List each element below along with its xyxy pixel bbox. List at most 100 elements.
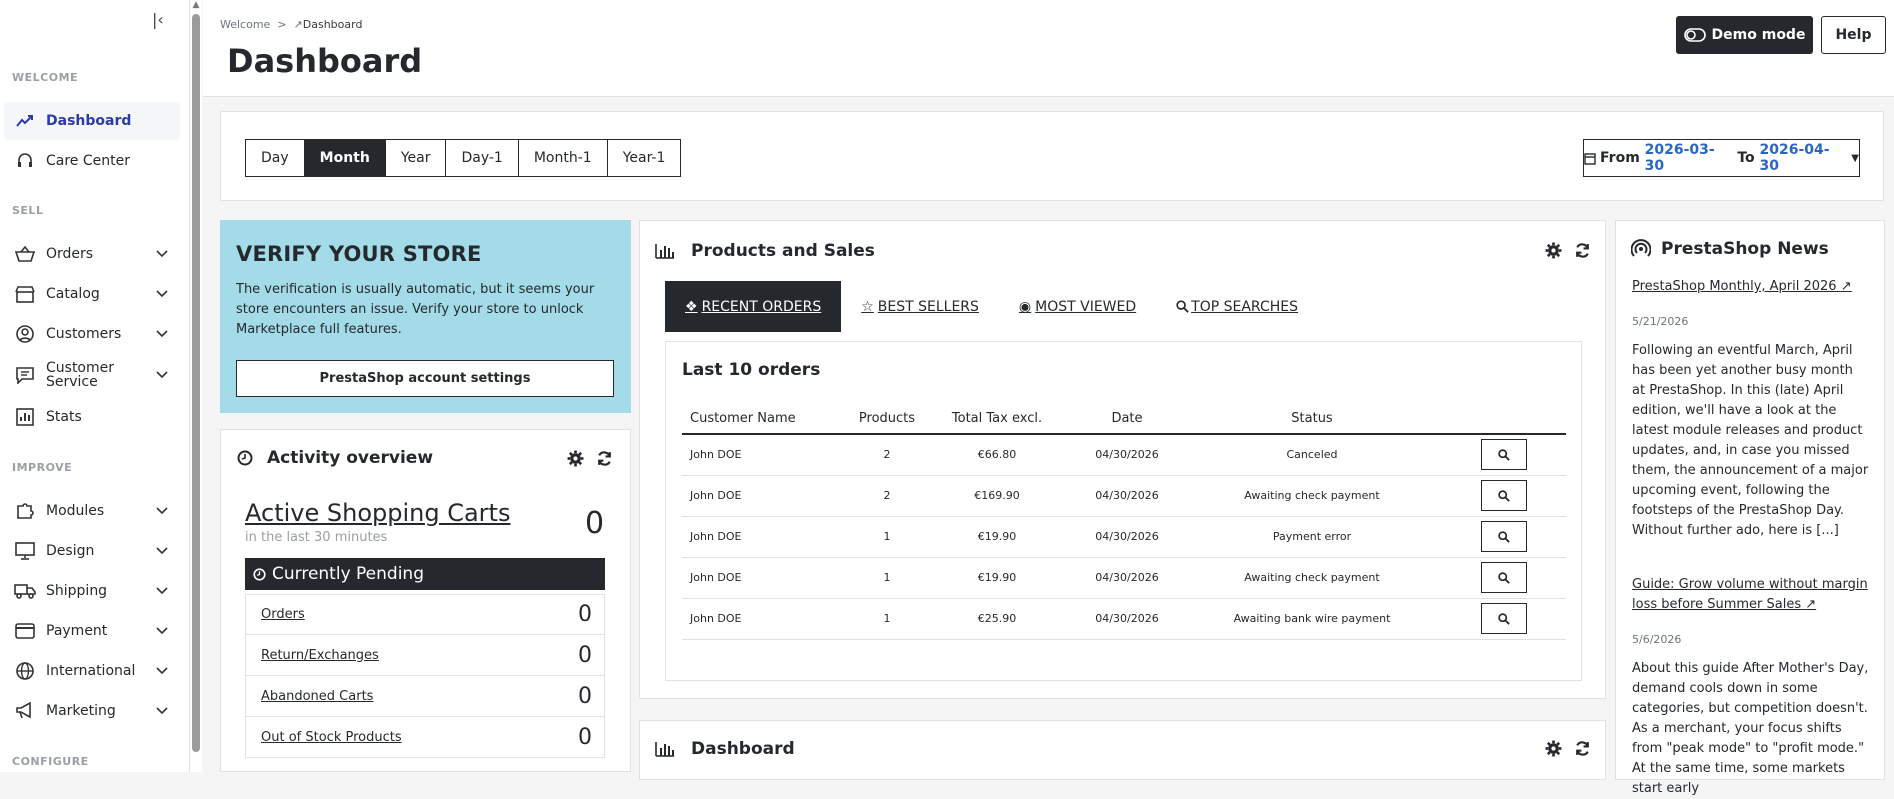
news-date: 5/21/2026 <box>1632 315 1689 328</box>
column-header: Status <box>1182 404 1442 435</box>
sidebar-item-orders[interactable]: Orders <box>4 235 180 273</box>
active-carts-value: 0 <box>585 506 605 541</box>
tab-recent-orders[interactable]: ❖ RECENT ORDERS <box>665 281 842 332</box>
tab-top-searches[interactable]: TOP SEARCHES <box>1156 281 1318 332</box>
activity-overview-card: Activity overview Active Shopping Carts … <box>220 429 631 772</box>
external-link-icon: ↗ <box>1805 597 1817 612</box>
help-button[interactable]: Help <box>1821 16 1886 54</box>
pending-label[interactable]: Return/Exchanges <box>261 648 379 663</box>
pending-row-orders: Orders 0 <box>245 594 605 635</box>
news-link[interactable]: Guide: Grow volume without margin loss b… <box>1632 575 1870 615</box>
search-icon <box>1498 489 1510 502</box>
scroll-up-arrow-icon[interactable]: ▲ <box>191 0 201 10</box>
gear-icon[interactable] <box>1545 740 1562 761</box>
cell-date: 04/30/2026 <box>1072 557 1182 599</box>
news-body: About this guide After Mother's Day, dem… <box>1632 661 1869 796</box>
headset-icon <box>14 151 36 171</box>
tab-label: TOP SEARCHES <box>1191 298 1298 315</box>
user-circle-icon <box>14 324 36 344</box>
cell-products: 1 <box>852 598 922 640</box>
products-title: Products and Sales <box>691 241 875 261</box>
cell-action <box>1442 516 1566 558</box>
puzzle-icon <box>14 501 36 521</box>
view-order-button[interactable] <box>1481 521 1527 552</box>
monitor-icon <box>14 541 36 561</box>
demo-mode-label: Demo mode <box>1711 27 1806 43</box>
chevron-down-icon <box>156 703 168 719</box>
sidebar-item-dashboard[interactable]: Dashboard <box>4 102 180 140</box>
account-settings-button[interactable]: PrestaShop account settings <box>236 360 614 397</box>
dashboard-card-title: Dashboard <box>691 739 795 759</box>
store-icon <box>14 284 36 304</box>
gear-icon[interactable] <box>1545 242 1562 263</box>
view-order-button[interactable] <box>1481 439 1527 471</box>
sidebar-item-label: Modules <box>46 503 105 519</box>
credit-card-icon <box>14 621 36 641</box>
tab-best-sellers[interactable]: ☆ BEST SELLERS <box>841 281 999 332</box>
date-range-picker[interactable]: From 2026-03-30 To 2026-04-30 ▼ <box>1583 139 1860 177</box>
collapse-sidebar-icon[interactable]: |‹ <box>152 10 164 29</box>
column-header: Products <box>852 404 922 435</box>
products-tools <box>1545 242 1591 263</box>
gear-icon[interactable] <box>567 450 584 471</box>
sidebar-item-shipping[interactable]: Shipping <box>4 572 180 610</box>
active-carts-link[interactable]: Active Shopping Carts <box>245 499 510 527</box>
search-icon <box>1498 612 1510 625</box>
sidebar-item-payment[interactable]: Payment <box>4 612 180 650</box>
search-icon <box>1498 449 1510 461</box>
chevron-down-icon <box>156 583 168 599</box>
sidebar-item-international[interactable]: International <box>4 652 180 690</box>
refresh-icon[interactable] <box>596 450 613 471</box>
period-month-button[interactable]: Month <box>303 139 386 177</box>
sidebar-item-modules[interactable]: Modules <box>4 492 180 530</box>
breadcrumb-root[interactable]: Welcome <box>220 18 270 31</box>
sidebar-item-care-center[interactable]: Care Center <box>4 142 180 180</box>
tab-most-viewed[interactable]: ◉ MOST VIEWED <box>999 281 1156 332</box>
cell-products: 2 <box>852 434 922 476</box>
period-month-1-button[interactable]: Month-1 <box>517 139 608 177</box>
recent-orders-table: Customer Name Products Total Tax excl. D… <box>682 404 1566 640</box>
period-day-button[interactable]: Day <box>245 139 305 177</box>
view-order-button[interactable] <box>1481 480 1527 511</box>
news-link[interactable]: PrestaShop Monthly, April 2026 ↗ <box>1632 277 1870 297</box>
sidebar-item-label: Stats <box>46 409 82 425</box>
tab-label: MOST VIEWED <box>1035 298 1137 315</box>
pending-label[interactable]: Abandoned Carts <box>261 689 373 704</box>
period-year-button[interactable]: Year <box>384 139 447 177</box>
sidebar-item-design[interactable]: Design <box>4 532 180 570</box>
demo-mode-button[interactable]: Demo mode <box>1676 16 1813 54</box>
sidebar-item-customer-service[interactable]: Customer Service <box>4 356 180 394</box>
date-from-label: From <box>1600 150 1640 166</box>
refresh-icon[interactable] <box>1574 242 1591 263</box>
pending-row-returns: Return/Exchanges 0 <box>245 635 605 676</box>
cell-date: 04/30/2026 <box>1072 434 1182 476</box>
column-header: Customer Name <box>682 404 852 435</box>
sidebar-item-label: Marketing <box>46 703 116 719</box>
sidebar-item-catalog[interactable]: Catalog <box>4 275 180 313</box>
chevron-down-icon <box>156 543 168 559</box>
period-day-1-button[interactable]: Day-1 <box>445 139 519 177</box>
cell-action <box>1442 475 1566 517</box>
caret-down-icon: ▼ <box>1851 152 1859 164</box>
sidebar-item-stats[interactable]: Stats <box>4 398 180 436</box>
chevron-down-icon <box>156 623 168 639</box>
pending-label[interactable]: Out of Stock Products <box>261 730 402 745</box>
sidebar-item-marketing[interactable]: Marketing <box>4 692 180 730</box>
scrollbar-thumb[interactable] <box>192 14 200 752</box>
chat-icon <box>14 365 36 385</box>
view-order-button[interactable] <box>1481 603 1527 634</box>
chevron-down-icon <box>156 663 168 679</box>
sidebar-scrollbar[interactable]: ▲ <box>190 0 202 772</box>
view-order-button[interactable] <box>1481 562 1527 593</box>
column-header: Date <box>1072 404 1182 435</box>
sidebar-item-customers[interactable]: Customers <box>4 315 180 353</box>
trending-up-icon: ↗ <box>293 18 303 31</box>
refresh-icon[interactable] <box>1574 740 1591 761</box>
search-icon <box>1176 300 1189 313</box>
chevron-down-icon <box>156 503 168 519</box>
section-improve: IMPROVE <box>12 461 73 474</box>
bar-chart-icon <box>655 243 675 259</box>
sidebar-item-label: International <box>46 663 136 679</box>
period-year-1-button[interactable]: Year-1 <box>606 139 682 177</box>
pending-label[interactable]: Orders <box>261 607 305 622</box>
